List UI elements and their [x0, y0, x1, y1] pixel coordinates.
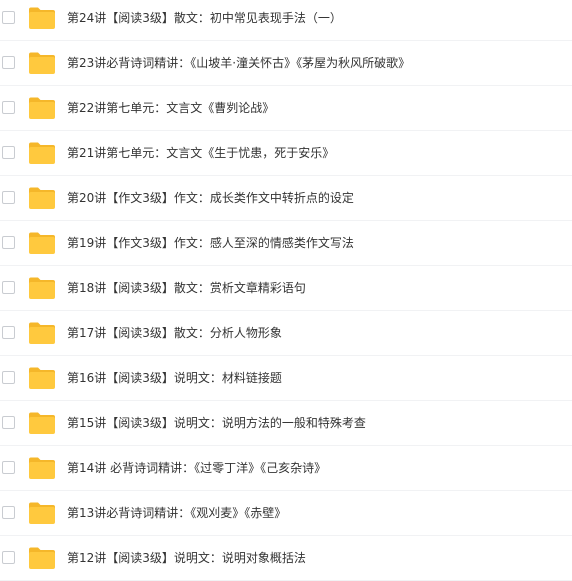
list-item[interactable]: 第21讲第七单元：文言文《生于忧患，死于安乐》: [0, 131, 572, 176]
folder-name[interactable]: 第14讲 必背诗词精讲：《过零丁洋》《己亥杂诗》: [67, 460, 326, 476]
folder-name[interactable]: 第12讲【阅读3级】说明文：说明对象概括法: [67, 550, 306, 566]
row-checkbox[interactable]: [2, 146, 15, 159]
folder-icon: [28, 96, 56, 120]
list-item[interactable]: 第19讲【作文3级】作文：感人至深的情感类作文写法: [0, 221, 572, 266]
folder-icon: [28, 231, 56, 255]
folder-icon: [28, 501, 56, 525]
list-item[interactable]: 第12讲【阅读3级】说明文：说明对象概括法: [0, 536, 572, 581]
folder-icon: [28, 141, 56, 165]
folder-icon: [28, 321, 56, 345]
list-item[interactable]: 第24讲【阅读3级】散文：初中常见表现手法（一）: [0, 0, 572, 41]
list-item[interactable]: 第20讲【作文3级】作文：成长类作文中转折点的设定: [0, 176, 572, 221]
row-checkbox[interactable]: [2, 56, 15, 69]
row-checkbox[interactable]: [2, 281, 15, 294]
folder-icon: [28, 276, 56, 300]
folder-icon: [28, 51, 56, 75]
list-item[interactable]: 第15讲【阅读3级】说明文：说明方法的一般和特殊考查: [0, 401, 572, 446]
row-checkbox[interactable]: [2, 551, 15, 564]
row-checkbox[interactable]: [2, 371, 15, 384]
folder-name[interactable]: 第19讲【作文3级】作文：感人至深的情感类作文写法: [67, 235, 354, 251]
row-checkbox[interactable]: [2, 506, 15, 519]
list-item[interactable]: 第17讲【阅读3级】散文：分析人物形象: [0, 311, 572, 356]
folder-name[interactable]: 第24讲【阅读3级】散文：初中常见表现手法（一）: [67, 10, 342, 26]
row-checkbox[interactable]: [2, 416, 15, 429]
row-checkbox[interactable]: [2, 461, 15, 474]
folder-name[interactable]: 第15讲【阅读3级】说明文：说明方法的一般和特殊考查: [67, 415, 366, 431]
folder-name[interactable]: 第20讲【作文3级】作文：成长类作文中转折点的设定: [67, 190, 354, 206]
folder-name[interactable]: 第23讲必背诗词精讲：《山坡羊·潼关怀古》《茅屋为秋风所破歌》: [67, 55, 410, 71]
folder-icon: [28, 546, 56, 570]
list-item[interactable]: 第13讲必背诗词精讲：《观刈麦》《赤壁》: [0, 491, 572, 536]
row-checkbox[interactable]: [2, 326, 15, 339]
folder-name[interactable]: 第18讲【阅读3级】散文：赏析文章精彩语句: [67, 280, 306, 296]
folder-name[interactable]: 第22讲第七单元：文言文《曹刿论战》: [67, 100, 274, 116]
list-item[interactable]: 第18讲【阅读3级】散文：赏析文章精彩语句: [0, 266, 572, 311]
row-checkbox[interactable]: [2, 11, 15, 24]
file-list: 第24讲【阅读3级】散文：初中常见表现手法（一） 第23讲必背诗词精讲：《山坡羊…: [0, 0, 572, 581]
list-item[interactable]: 第16讲【阅读3级】说明文：材料链接题: [0, 356, 572, 401]
folder-icon: [28, 366, 56, 390]
list-item[interactable]: 第23讲必背诗词精讲：《山坡羊·潼关怀古》《茅屋为秋风所破歌》: [0, 41, 572, 86]
folder-icon: [28, 456, 56, 480]
folder-name[interactable]: 第21讲第七单元：文言文《生于忧患，死于安乐》: [67, 145, 334, 161]
folder-icon: [28, 411, 56, 435]
folder-name[interactable]: 第17讲【阅读3级】散文：分析人物形象: [67, 325, 282, 341]
list-item[interactable]: 第14讲 必背诗词精讲：《过零丁洋》《己亥杂诗》: [0, 446, 572, 491]
folder-icon: [28, 186, 56, 210]
row-checkbox[interactable]: [2, 101, 15, 114]
row-checkbox[interactable]: [2, 236, 15, 249]
folder-icon: [28, 6, 56, 30]
row-checkbox[interactable]: [2, 191, 15, 204]
list-item[interactable]: 第22讲第七单元：文言文《曹刿论战》: [0, 86, 572, 131]
folder-name[interactable]: 第13讲必背诗词精讲：《观刈麦》《赤壁》: [67, 505, 286, 521]
folder-name[interactable]: 第16讲【阅读3级】说明文：材料链接题: [67, 370, 282, 386]
